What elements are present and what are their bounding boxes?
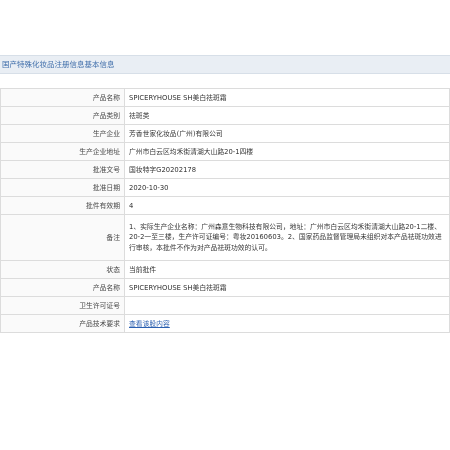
section-title: 国产特殊化妆品注册信息基本信息 — [2, 60, 115, 69]
row-value: 当前批件 — [124, 260, 450, 279]
table-row: 生产企业 芳香世家化妆品(广州)有限公司 — [0, 124, 450, 143]
table-row: 批准日期 2020-10-30 — [0, 178, 450, 197]
row-value: 国妆特字G20202178 — [124, 160, 450, 179]
table-row: 卫生许可证号 — [0, 296, 450, 315]
row-label: 卫生许可证号 — [0, 296, 125, 315]
row-value: 广州市白云区均禾街清湖大山路20-1四楼 — [124, 142, 450, 161]
table-row: 产品类别 祛斑类 — [0, 106, 450, 125]
row-value: 查看该股内容 — [124, 314, 450, 333]
row-value: 祛斑类 — [124, 106, 450, 125]
row-label: 备注 — [0, 214, 125, 261]
table-row: 产品技术要求 查看该股内容 — [0, 314, 450, 333]
row-label: 产品名称 — [0, 278, 125, 297]
row-label: 生产企业 — [0, 124, 125, 143]
row-label: 状态 — [0, 260, 125, 279]
table-row: 批准文号 国妆特字G20202178 — [0, 160, 450, 179]
table-row: 批件有效期 4 — [0, 196, 450, 215]
row-value: 2020-10-30 — [124, 178, 450, 197]
row-label: 批件有效期 — [0, 196, 125, 215]
row-value: 1、实际生产企业名称：广州森意生物科技有限公司，地址：广州市白云区均禾街清湖大山… — [124, 214, 450, 261]
table-row: 产品名称 SPICERYHOUSE SH美白祛斑霜 — [0, 88, 450, 107]
table-row: 产品名称 SPICERYHOUSE SH美白祛斑霜 — [0, 278, 450, 297]
table-row: 备注 1、实际生产企业名称：广州森意生物科技有限公司，地址：广州市白云区均禾街清… — [0, 214, 450, 261]
row-value — [124, 296, 450, 315]
row-value: SPICERYHOUSE SH美白祛斑霜 — [124, 278, 450, 297]
row-label: 生产企业地址 — [0, 142, 125, 161]
row-label: 产品技术要求 — [0, 314, 125, 333]
row-value: SPICERYHOUSE SH美白祛斑霜 — [124, 88, 450, 107]
row-label: 批准日期 — [0, 178, 125, 197]
info-table: 产品名称 SPICERYHOUSE SH美白祛斑霜 产品类别 祛斑类 生产企业 … — [0, 88, 450, 333]
row-value: 4 — [124, 196, 450, 215]
row-label: 产品名称 — [0, 88, 125, 107]
row-label: 批准文号 — [0, 160, 125, 179]
view-content-link[interactable]: 查看该股内容 — [129, 320, 170, 328]
row-label: 产品类别 — [0, 106, 125, 125]
table-row: 状态 当前批件 — [0, 260, 450, 279]
table-row: 生产企业地址 广州市白云区均禾街清湖大山路20-1四楼 — [0, 142, 450, 161]
row-value: 芳香世家化妆品(广州)有限公司 — [124, 124, 450, 143]
section-title-bar: 国产特殊化妆品注册信息基本信息 — [0, 55, 450, 74]
